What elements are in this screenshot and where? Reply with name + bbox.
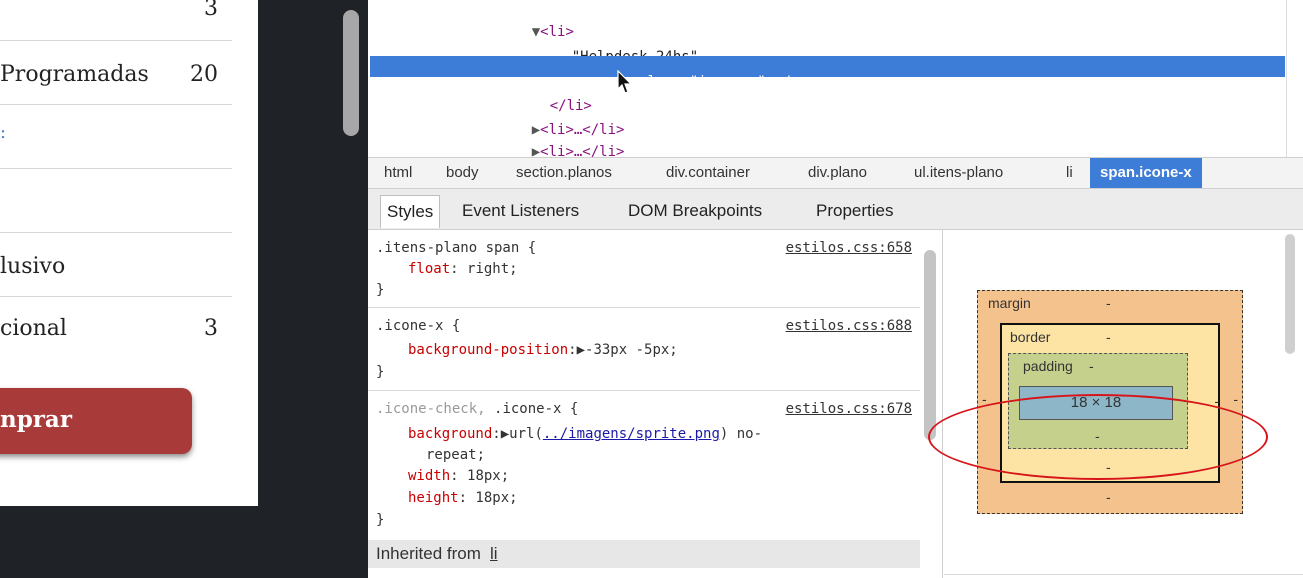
plan-row-label: lusivo — [0, 254, 66, 279]
rule-source-link[interactable]: estilos.css:688 — [786, 318, 912, 334]
pane-bottom-edge — [944, 574, 1303, 575]
plan-row-label: : — [0, 122, 7, 143]
sidebar-tabs: Styles Event Listeners DOM Breakpoints P… — [368, 189, 1303, 230]
tab-event-listeners[interactable]: Event Listeners — [462, 201, 579, 221]
inherited-header: Inherited from li — [368, 540, 920, 568]
devtools-panel: ▼<li> "Helpdesk 24hs" <span class="icone… — [368, 0, 1303, 578]
margin-bottom-value: - — [1106, 489, 1111, 505]
website-page: 3 Programadas 20 : lusivo cional 3 nprar — [0, 0, 258, 506]
buy-button[interactable]: nprar — [0, 388, 192, 454]
css-value: : 18px; — [458, 490, 518, 506]
plan-row: : — [0, 122, 232, 143]
rule-separator — [368, 307, 920, 308]
plan-row-label: cional — [0, 316, 67, 341]
rule-selector[interactable]: .icone-x { — [376, 318, 460, 334]
rule-declaration[interactable]: width: 18px; — [408, 468, 509, 484]
breadcrumb-div-plano[interactable]: div.plano — [808, 164, 867, 181]
breadcrumb-li[interactable]: li — [1066, 164, 1073, 181]
css-property: float — [408, 261, 451, 277]
padding-label: padding — [1023, 358, 1073, 374]
plan-row-count: 20 — [190, 62, 218, 87]
styles-rules-pane: .itens-plano span { estilos.css:658 floa… — [368, 230, 920, 578]
inherited-label: Inherited from — [376, 544, 481, 563]
divider — [0, 232, 232, 233]
divider — [0, 296, 232, 297]
border-label: border — [1010, 329, 1051, 345]
mouse-cursor-icon — [617, 70, 633, 94]
rule-declaration[interactable]: float: right; — [408, 261, 518, 277]
rule-declaration[interactable]: height: 18px; — [408, 490, 518, 506]
dom-attr-eq: =" — [681, 74, 699, 90]
divider — [0, 104, 232, 105]
css-property: width — [408, 468, 451, 484]
rule-selector-active: .icone-x { — [494, 401, 579, 417]
divider — [0, 168, 232, 169]
rule-source-link[interactable]: estilos.css:658 — [786, 240, 912, 256]
rule-source-link[interactable]: estilos.css:678 — [786, 401, 912, 417]
inherited-element-link[interactable]: li — [490, 544, 498, 564]
plan-row: cional 3 — [0, 316, 232, 341]
tab-properties[interactable]: Properties — [816, 201, 893, 221]
divider — [0, 40, 232, 41]
pane-divider — [942, 230, 943, 578]
dom-tree-edge — [1286, 0, 1287, 157]
annotation-ellipse — [928, 394, 1268, 480]
page-scrollbar[interactable] — [343, 10, 359, 136]
breadcrumb-ul[interactable]: ul.itens-plano — [914, 164, 1003, 181]
css-property: background — [408, 426, 493, 442]
rule-selector-inactive: .icone-check, — [376, 401, 495, 417]
tab-dom-breakpoints[interactable]: DOM Breakpoints — [628, 201, 762, 221]
plan-row: lusivo — [0, 254, 232, 279]
margin-top-value: - — [1106, 295, 1111, 311]
padding-top-value: - — [1089, 358, 1094, 374]
css-url-link[interactable]: ../imagens/sprite.png — [543, 426, 720, 442]
rule-declaration[interactable]: background:▶url(../imagens/sprite.png) n… — [408, 426, 762, 442]
margin-label: margin — [988, 295, 1031, 311]
css-value: : 18px; — [450, 468, 510, 484]
buy-button-label: nprar — [0, 406, 72, 433]
css-property: height — [408, 490, 459, 506]
css-property: background-position — [408, 342, 569, 358]
plan-row-count: 3 — [204, 316, 218, 341]
css-value: ) no- — [719, 426, 763, 442]
styles-scrollbar[interactable] — [924, 250, 936, 440]
rule-declaration[interactable]: background-position:▶-33px -5px; — [408, 342, 678, 358]
css-value: right; — [458, 261, 518, 277]
rule-separator — [368, 390, 920, 391]
rule-selector[interactable]: .icone-check, .icone-x { — [376, 401, 578, 417]
breadcrumb-span-active[interactable]: span.icone-x — [1090, 158, 1202, 188]
rule-close: } — [376, 364, 385, 380]
plan-row-count: 3 — [204, 0, 218, 21]
breadcrumb-body[interactable]: body — [446, 164, 479, 181]
dom-selected-row[interactable]: <span class="icone-x"></span> — [370, 56, 1285, 90]
breadcrumb: html body section.planos div.container d… — [368, 157, 1303, 189]
rule-selector[interactable]: .itens-plano span { — [376, 240, 536, 256]
tab-styles[interactable]: Styles — [380, 195, 441, 228]
css-value: :▶-33px -5px; — [568, 342, 678, 358]
css-value: :▶url( — [492, 426, 543, 442]
box-model-scrollbar[interactable] — [1285, 234, 1295, 354]
margin-right-value: - — [1233, 391, 1238, 407]
css-value-continued: repeat; — [426, 447, 486, 463]
breadcrumb-section[interactable]: section.planos — [516, 164, 612, 181]
plan-row: Programadas 20 — [0, 62, 232, 87]
dom-attr: class — [639, 74, 682, 90]
border-top-value: - — [1106, 329, 1111, 345]
breadcrumb-html[interactable]: html — [384, 164, 412, 181]
plan-row-label: Programadas — [0, 62, 149, 87]
rule-close: } — [376, 512, 385, 528]
rule-close: } — [376, 282, 385, 298]
dom-attr-value: icone-x — [698, 74, 758, 90]
breadcrumb-div-container[interactable]: div.container — [666, 164, 750, 181]
dom-tag-close: "></span> — [757, 74, 834, 90]
